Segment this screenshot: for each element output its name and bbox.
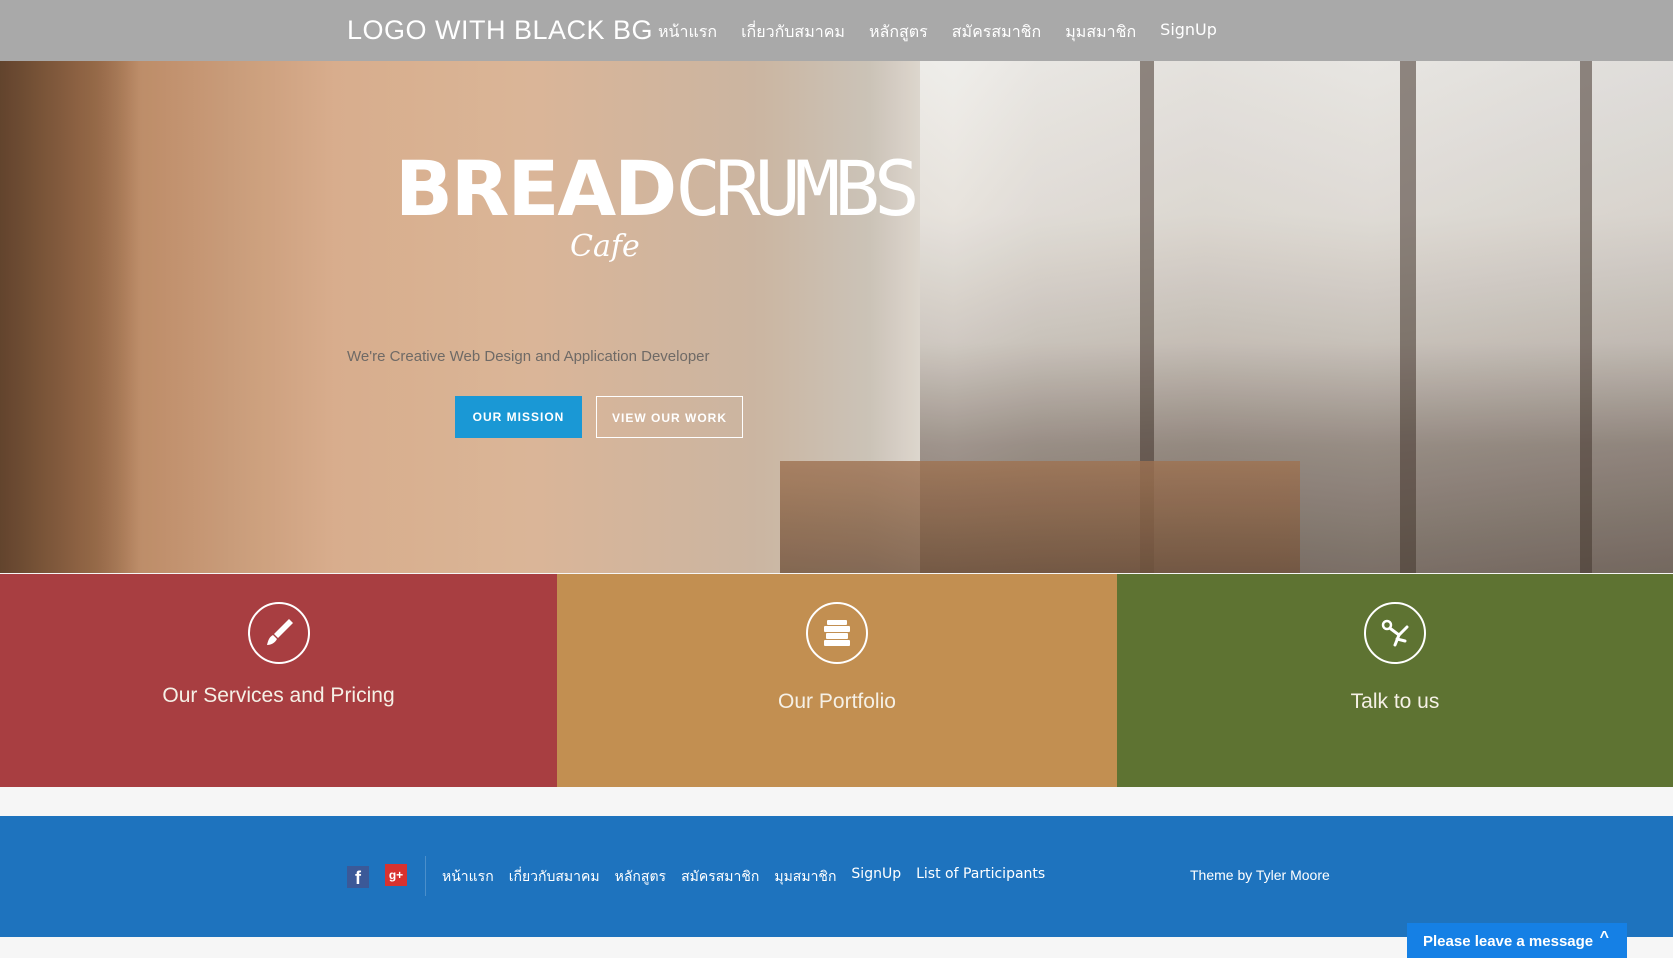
footer-link-courses[interactable]: หลักสูตร [615,866,666,888]
theme-credit: Theme by Tyler Moore [1190,867,1330,883]
brand-logo: BREADCRUMBS [395,151,920,227]
footer-link-home[interactable]: หน้าแรก [442,866,494,888]
tile-portfolio[interactable]: Our Portfolio [557,574,1117,787]
footer-link-register[interactable]: สมัครสมาชิก [681,866,759,888]
nav-link-about[interactable]: เกี่ยวกับสมาคม [741,20,845,45]
leave-message-chat-button[interactable]: Please leave a message ^ [1407,923,1627,958]
our-mission-button[interactable]: OUR MISSION [455,396,582,438]
site-logo[interactable]: LOGO WITH BLACK BG [347,15,653,46]
chevron-up-icon: ^ [1599,929,1609,946]
footer-nav: หน้าแรก เกี่ยวกับสมาคม หลักสูตร สมัครสมา… [442,866,1060,888]
top-navbar: LOGO WITH BLACK BG หน้าแรก เกี่ยวกับสมาค… [0,0,1673,61]
hero-overlay [0,61,1673,573]
stack-icon [806,602,868,664]
tile-contact[interactable]: Talk to us [1117,574,1673,787]
nav-link-register[interactable]: สมัครสมาชิก [952,20,1041,45]
google-plus-icon[interactable]: g+ [385,864,407,886]
nav-link-signup[interactable]: SignUp [1160,20,1217,45]
footer-link-members[interactable]: มุมสมาชิก [774,866,836,888]
nav-link-home[interactable]: หน้าแรก [658,20,717,45]
brand-logo-bold: BREAD [395,144,677,233]
view-our-work-button[interactable]: VIEW OUR WORK [596,396,743,438]
main-nav: หน้าแรก เกี่ยวกับสมาคม หลักสูตร สมัครสมา… [658,20,1241,45]
footer-link-signup[interactable]: SignUp [851,866,901,888]
footer-divider [425,856,426,896]
chat-label: Please leave a message [1423,933,1594,950]
brand-logo-thin: CRUMBS [675,144,920,233]
tile-services[interactable]: Our Services and Pricing [0,574,557,787]
hero-tagline: We're Creative Web Design and Applicatio… [347,348,710,365]
nav-link-members[interactable]: มุมสมาชิก [1065,20,1136,45]
hero-section: BREADCRUMBS Cafe We're Creative Web Desi… [0,61,1673,573]
footer-link-participants[interactable]: List of Participants [916,866,1045,888]
tile-contact-label: Talk to us [1350,690,1440,713]
site-footer: f g+ หน้าแรก เกี่ยวกับสมาคม หลักสูตร สมั… [0,816,1673,937]
kick-icon [1364,602,1426,664]
facebook-icon[interactable]: f [347,866,369,888]
tile-services-label: Our Services and Pricing [162,684,395,707]
tile-portfolio-label: Our Portfolio [778,690,896,713]
nav-link-courses[interactable]: หลักสูตร [869,20,928,45]
footer-link-about[interactable]: เกี่ยวกับสมาคม [509,866,600,888]
brush-icon [247,602,310,664]
brand-logo-sub: Cafe [570,229,640,264]
